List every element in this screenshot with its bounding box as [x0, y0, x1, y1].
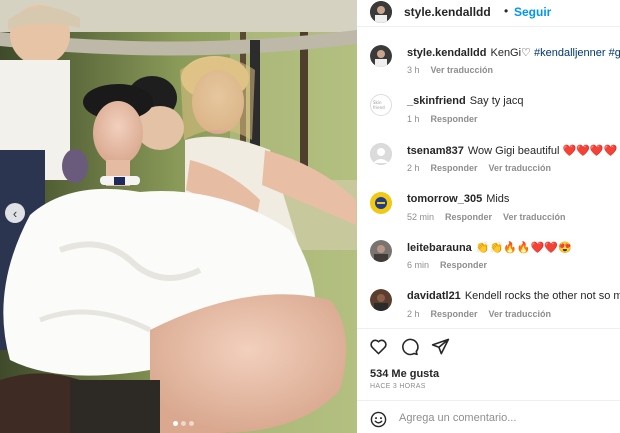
translate-link[interactable]: Ver traducción [431, 65, 494, 75]
comment-item: tsenam837 Wow Gigi beautiful ❤️❤️❤️❤️ 2 h… [357, 143, 620, 191]
smiley-icon[interactable] [370, 411, 387, 428]
likes-count[interactable]: 534 Me gusta [370, 368, 439, 380]
comment-time: 2 h [407, 163, 420, 173]
reply-button[interactable]: Responder [431, 114, 478, 124]
caption: style.kendalldd KenGi♡ #kendalljenner #gi… [357, 45, 620, 93]
comment-text: Wow Gigi beautiful [467, 145, 560, 157]
comment-item: Skin friend _skinfriend Say ty jacq 1 h Res… [357, 94, 620, 142]
commenter-avatar[interactable]: Skin friend [370, 94, 392, 116]
carousel-dot [173, 421, 178, 426]
comment-bubble-icon[interactable] [400, 337, 419, 356]
svg-text:friend: friend [373, 105, 385, 110]
comment-item: tomorrow_305 Mids 52 min Responder Ver trad… [357, 192, 620, 240]
photo-image [0, 0, 357, 433]
post-sidebar: style.kendalldd • Seguir style.kendalldd… [357, 0, 620, 433]
carousel-dot [181, 421, 186, 426]
carousel-dot [189, 421, 194, 426]
heart-icon[interactable] [369, 337, 388, 356]
previous-photo-button[interactable]: ‹ [5, 203, 25, 223]
engagement-bar: 534 Me gusta HACE 3 HORAS [357, 328, 620, 409]
comment-text: Mids [486, 193, 510, 205]
comment-time: 52 min [407, 212, 435, 222]
comment-username[interactable]: davidatl21 [407, 290, 461, 302]
comment-username[interactable]: tsenam837 [407, 145, 464, 157]
chevron-left-icon: ‹ [12, 205, 18, 221]
commenter-avatar[interactable] [370, 143, 392, 165]
comment-text: 👏👏🔥🔥❤️❤️😍 [475, 242, 572, 254]
translate-link[interactable]: Ver traducción [503, 212, 566, 222]
post-photo[interactable]: ‹ [0, 0, 357, 433]
comment-time: 6 min [407, 260, 430, 270]
comment-username[interactable]: leitebarauna [407, 242, 472, 254]
post-timestamp: HACE 3 HORAS [370, 383, 426, 390]
comment-emoji: ❤️❤️❤️❤️ [562, 145, 618, 157]
translate-link[interactable]: Ver traducción [489, 309, 552, 319]
author-avatar[interactable] [370, 45, 392, 67]
reply-button[interactable]: Responder [431, 309, 478, 319]
caption-text: KenGi♡ [490, 47, 531, 59]
comment-username[interactable]: tomorrow_305 [407, 193, 482, 205]
comment-input[interactable] [399, 410, 609, 426]
header-separator: • [504, 4, 509, 18]
comment-item: leitebarauna 👏👏🔥🔥❤️❤️😍 6 min Responder [357, 240, 620, 288]
paper-plane-icon[interactable] [431, 337, 450, 356]
commenter-avatar[interactable] [370, 240, 392, 262]
translate-link[interactable]: Ver traducción [489, 163, 552, 173]
caption-username[interactable]: style.kendalldd [407, 47, 486, 59]
commenter-avatar[interactable] [370, 192, 392, 214]
author-avatar[interactable] [370, 1, 392, 23]
commenter-avatar[interactable] [370, 289, 392, 311]
reply-button[interactable]: Responder [445, 212, 492, 222]
comment-time: 1 h [407, 114, 420, 124]
follow-button[interactable]: Seguir [514, 5, 551, 19]
comment-time: 2 h [407, 309, 420, 319]
carousel-indicator [173, 421, 194, 426]
reply-button[interactable]: Responder [431, 163, 478, 173]
comment-composer [357, 400, 620, 433]
caption-time: 3 h [407, 65, 420, 75]
author-username[interactable]: style.kendalldd [404, 5, 491, 19]
reply-button[interactable]: Responder [440, 260, 487, 270]
comment-text: Kendell rocks the other not so much [464, 290, 620, 302]
post-header: style.kendalldd • Seguir [357, 0, 620, 27]
comment-text: Say ty jacq [469, 95, 524, 107]
caption-hashtags[interactable]: #kendalljenner #gigihadid [534, 47, 620, 59]
comment-username[interactable]: _skinfriend [407, 95, 466, 107]
